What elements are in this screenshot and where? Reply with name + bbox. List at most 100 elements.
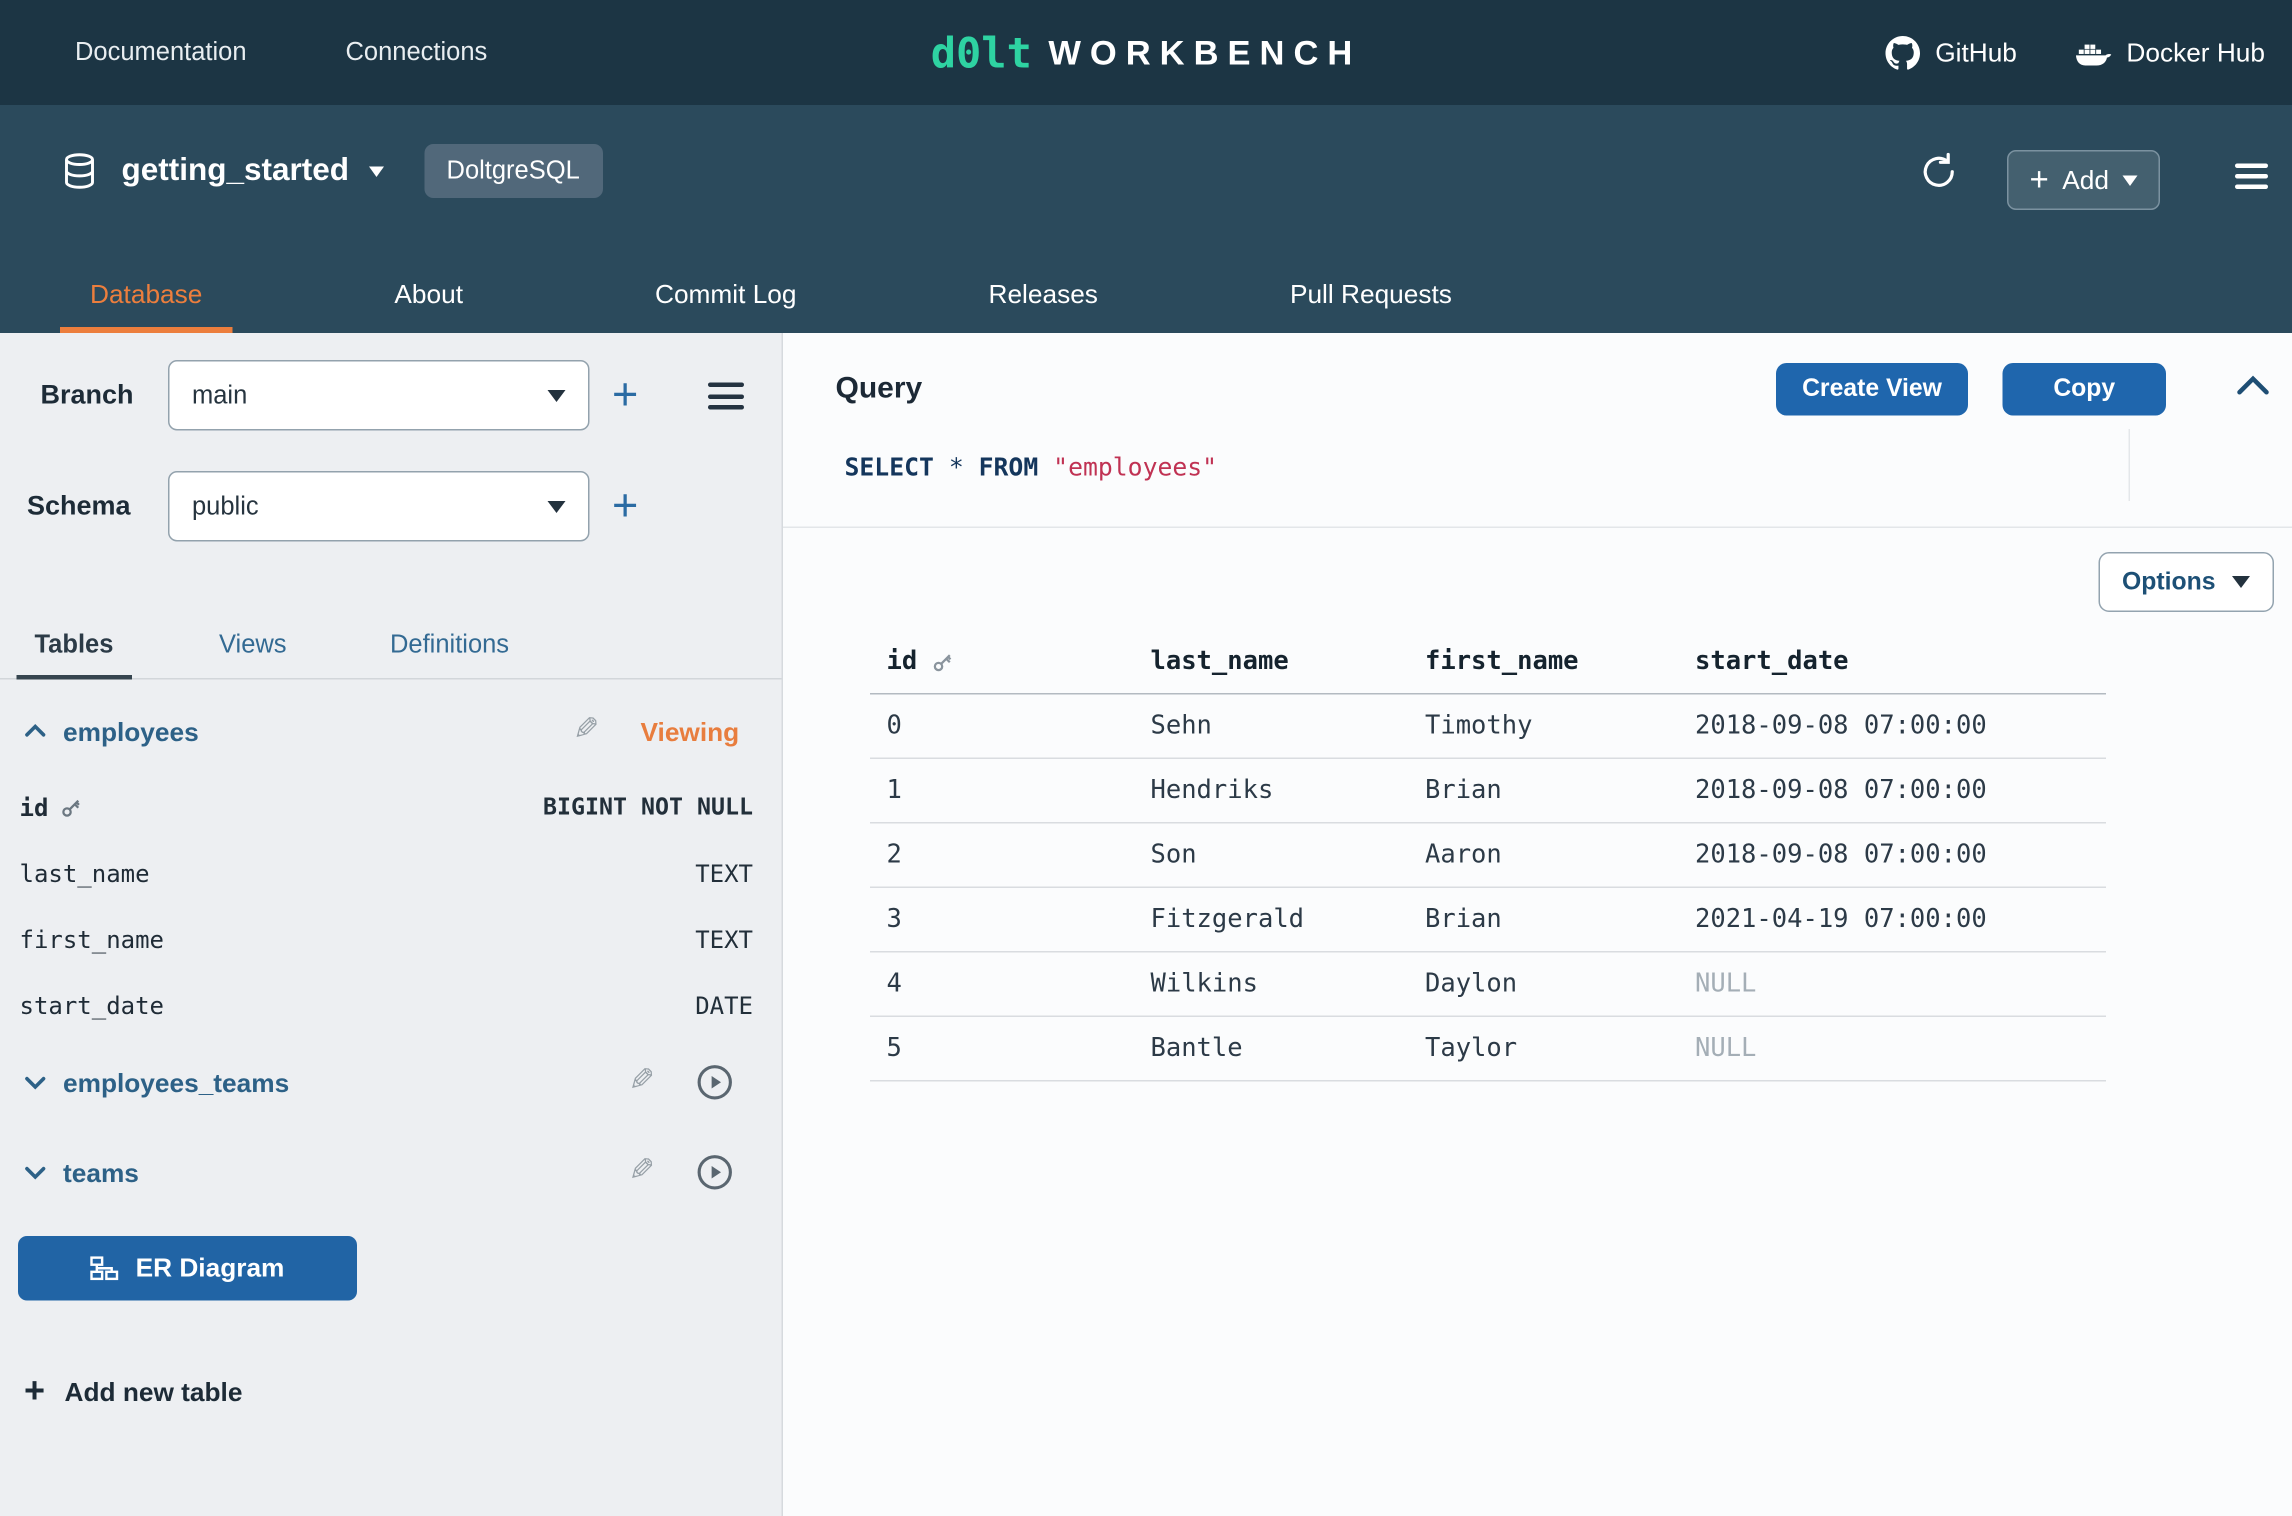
table-item-employees-teams: employees_teams (0, 1050, 782, 1116)
column-name: first_name (20, 906, 164, 972)
cell[interactable]: 1 (870, 758, 1134, 823)
database-header: getting_started DoltgreSQL Add Database … (0, 105, 2292, 333)
add-schema-button[interactable] (612, 471, 638, 542)
table-name-employees-teams[interactable]: employees_teams (63, 1050, 289, 1116)
chevron-down-icon[interactable] (21, 1158, 50, 1187)
table-row: 4 Wilkins Daylon NULL (870, 952, 2106, 1017)
column-header-start-date[interactable]: start_date (1679, 630, 2107, 694)
sql-star: * (949, 453, 964, 482)
query-area-divider (2129, 429, 2131, 501)
cell[interactable]: Daylon (1409, 952, 1679, 1017)
er-diagram-button[interactable]: ER Diagram (18, 1236, 357, 1301)
column-name: start_date (20, 972, 164, 1038)
run-query-icon[interactable] (696, 1154, 734, 1192)
column-name: last_name (20, 840, 150, 906)
add-new-table-button[interactable]: Add new table (24, 1365, 242, 1419)
edit-table-icon[interactable] (573, 711, 599, 749)
cell[interactable]: 0 (870, 694, 1134, 759)
sidebar-tab-views[interactable]: Views (201, 612, 305, 678)
run-query-icon[interactable] (696, 1064, 734, 1102)
branch-menu-button[interactable] (708, 383, 744, 410)
navbar-left: Documentation Connections (75, 0, 487, 105)
cell[interactable]: Brian (1409, 758, 1679, 823)
cell[interactable]: 5 (870, 1016, 1134, 1081)
add-button[interactable]: Add (2007, 150, 2160, 210)
cell[interactable]: Sehn (1134, 694, 1409, 759)
database-caret-icon[interactable] (369, 166, 384, 177)
chevron-up-icon (2235, 374, 2271, 397)
column-header-first-name[interactable]: first_name (1409, 630, 1679, 694)
cell[interactable]: 2021-04-19 07:00:00 (1679, 887, 2107, 952)
chevron-up-icon[interactable] (21, 717, 50, 746)
cell[interactable]: 2018-09-08 07:00:00 (1679, 758, 2107, 823)
copy-button[interactable]: Copy (2003, 363, 2167, 416)
tab-about[interactable]: About (364, 255, 493, 333)
table-row: 0 Sehn Timothy 2018-09-08 07:00:00 (870, 694, 2106, 759)
nav-link-documentation[interactable]: Documentation (75, 38, 247, 68)
cell[interactable]: 2018-09-08 07:00:00 (1679, 823, 2107, 888)
table-name-employees[interactable]: employees (63, 699, 199, 765)
sidebar-tab-definitions[interactable]: Definitions (372, 612, 527, 678)
column-row-last-name: last_name TEXT (0, 840, 782, 906)
logo-dolt-text: d0lt (931, 28, 1032, 78)
refresh-button[interactable] (1919, 152, 1960, 193)
logo-workbench-text: WORKBENCH (1048, 32, 1361, 73)
nav-link-connections[interactable]: Connections (346, 38, 488, 68)
github-label: GitHub (1935, 37, 2017, 69)
schema-select-caret-icon (548, 500, 566, 512)
cell[interactable]: Hendriks (1134, 758, 1409, 823)
cell[interactable]: NULL (1679, 1016, 2107, 1081)
branch-select-value: main (192, 380, 247, 410)
column-type: BIGINT NOT NULL (543, 774, 753, 840)
cell[interactable]: Bantle (1134, 1016, 1409, 1081)
tab-commit-log[interactable]: Commit Log (625, 255, 827, 333)
add-branch-button[interactable] (612, 360, 638, 431)
column-header-last-name[interactable]: last_name (1134, 630, 1409, 694)
cell[interactable]: 2 (870, 823, 1134, 888)
branch-select[interactable]: main (168, 360, 590, 431)
schema-label: Schema (27, 471, 131, 542)
column-type: TEXT (695, 840, 753, 906)
chevron-down-icon[interactable] (21, 1068, 50, 1097)
cell[interactable]: Wilkins (1134, 952, 1409, 1017)
options-button[interactable]: Options (2098, 552, 2274, 612)
database-name[interactable]: getting_started (122, 153, 350, 189)
tab-pull-requests[interactable]: Pull Requests (1260, 255, 1482, 333)
schema-select[interactable]: public (168, 471, 590, 542)
column-type: DATE (695, 972, 753, 1038)
dolt-workbench-app: Documentation Connections d0lt WORKBENCH… (0, 0, 2292, 1516)
cell[interactable]: 2018-09-08 07:00:00 (1679, 694, 2107, 759)
tab-database[interactable]: Database (60, 255, 232, 333)
cell[interactable]: Brian (1409, 887, 1679, 952)
cell[interactable]: Aaron (1409, 823, 1679, 888)
cell[interactable]: 3 (870, 887, 1134, 952)
create-view-button[interactable]: Create View (1776, 363, 1968, 416)
er-diagram-label: ER Diagram (136, 1253, 285, 1285)
github-link[interactable]: GitHub (1886, 35, 2017, 70)
header-menu-button[interactable] (2235, 164, 2268, 189)
tab-releases[interactable]: Releases (959, 255, 1128, 333)
sidebar-tab-tables[interactable]: Tables (17, 612, 132, 678)
database-icon (60, 152, 99, 191)
add-button-label: Add (2062, 164, 2109, 196)
sidebar: Branch main Schema public Tables Views D… (0, 333, 783, 1516)
cell[interactable]: NULL (1679, 952, 2107, 1017)
column-row-id: id BIGINT NOT NULL (0, 774, 782, 840)
edit-table-icon[interactable] (629, 1152, 655, 1190)
table-name-teams[interactable]: teams (63, 1140, 139, 1206)
database-title-row: getting_started DoltgreSQL (60, 144, 602, 198)
schema-select-value: public (192, 491, 259, 521)
add-new-table-label: Add new table (65, 1376, 243, 1408)
cell[interactable]: Taylor (1409, 1016, 1679, 1081)
options-label: Options (2122, 568, 2215, 597)
edit-table-icon[interactable] (629, 1062, 655, 1100)
cell[interactable]: Son (1134, 823, 1409, 888)
column-row-first-name: first_name TEXT (0, 906, 782, 972)
cell[interactable]: 4 (870, 952, 1134, 1017)
cell[interactable]: Fitzgerald (1134, 887, 1409, 952)
cell[interactable]: Timothy (1409, 694, 1679, 759)
collapse-query-button[interactable] (2235, 374, 2271, 397)
column-header-id[interactable]: id (870, 630, 1134, 694)
docker-hub-link[interactable]: Docker Hub (2074, 37, 2265, 69)
sql-query-display[interactable]: SELECT * FROM "employees" (845, 453, 1218, 482)
